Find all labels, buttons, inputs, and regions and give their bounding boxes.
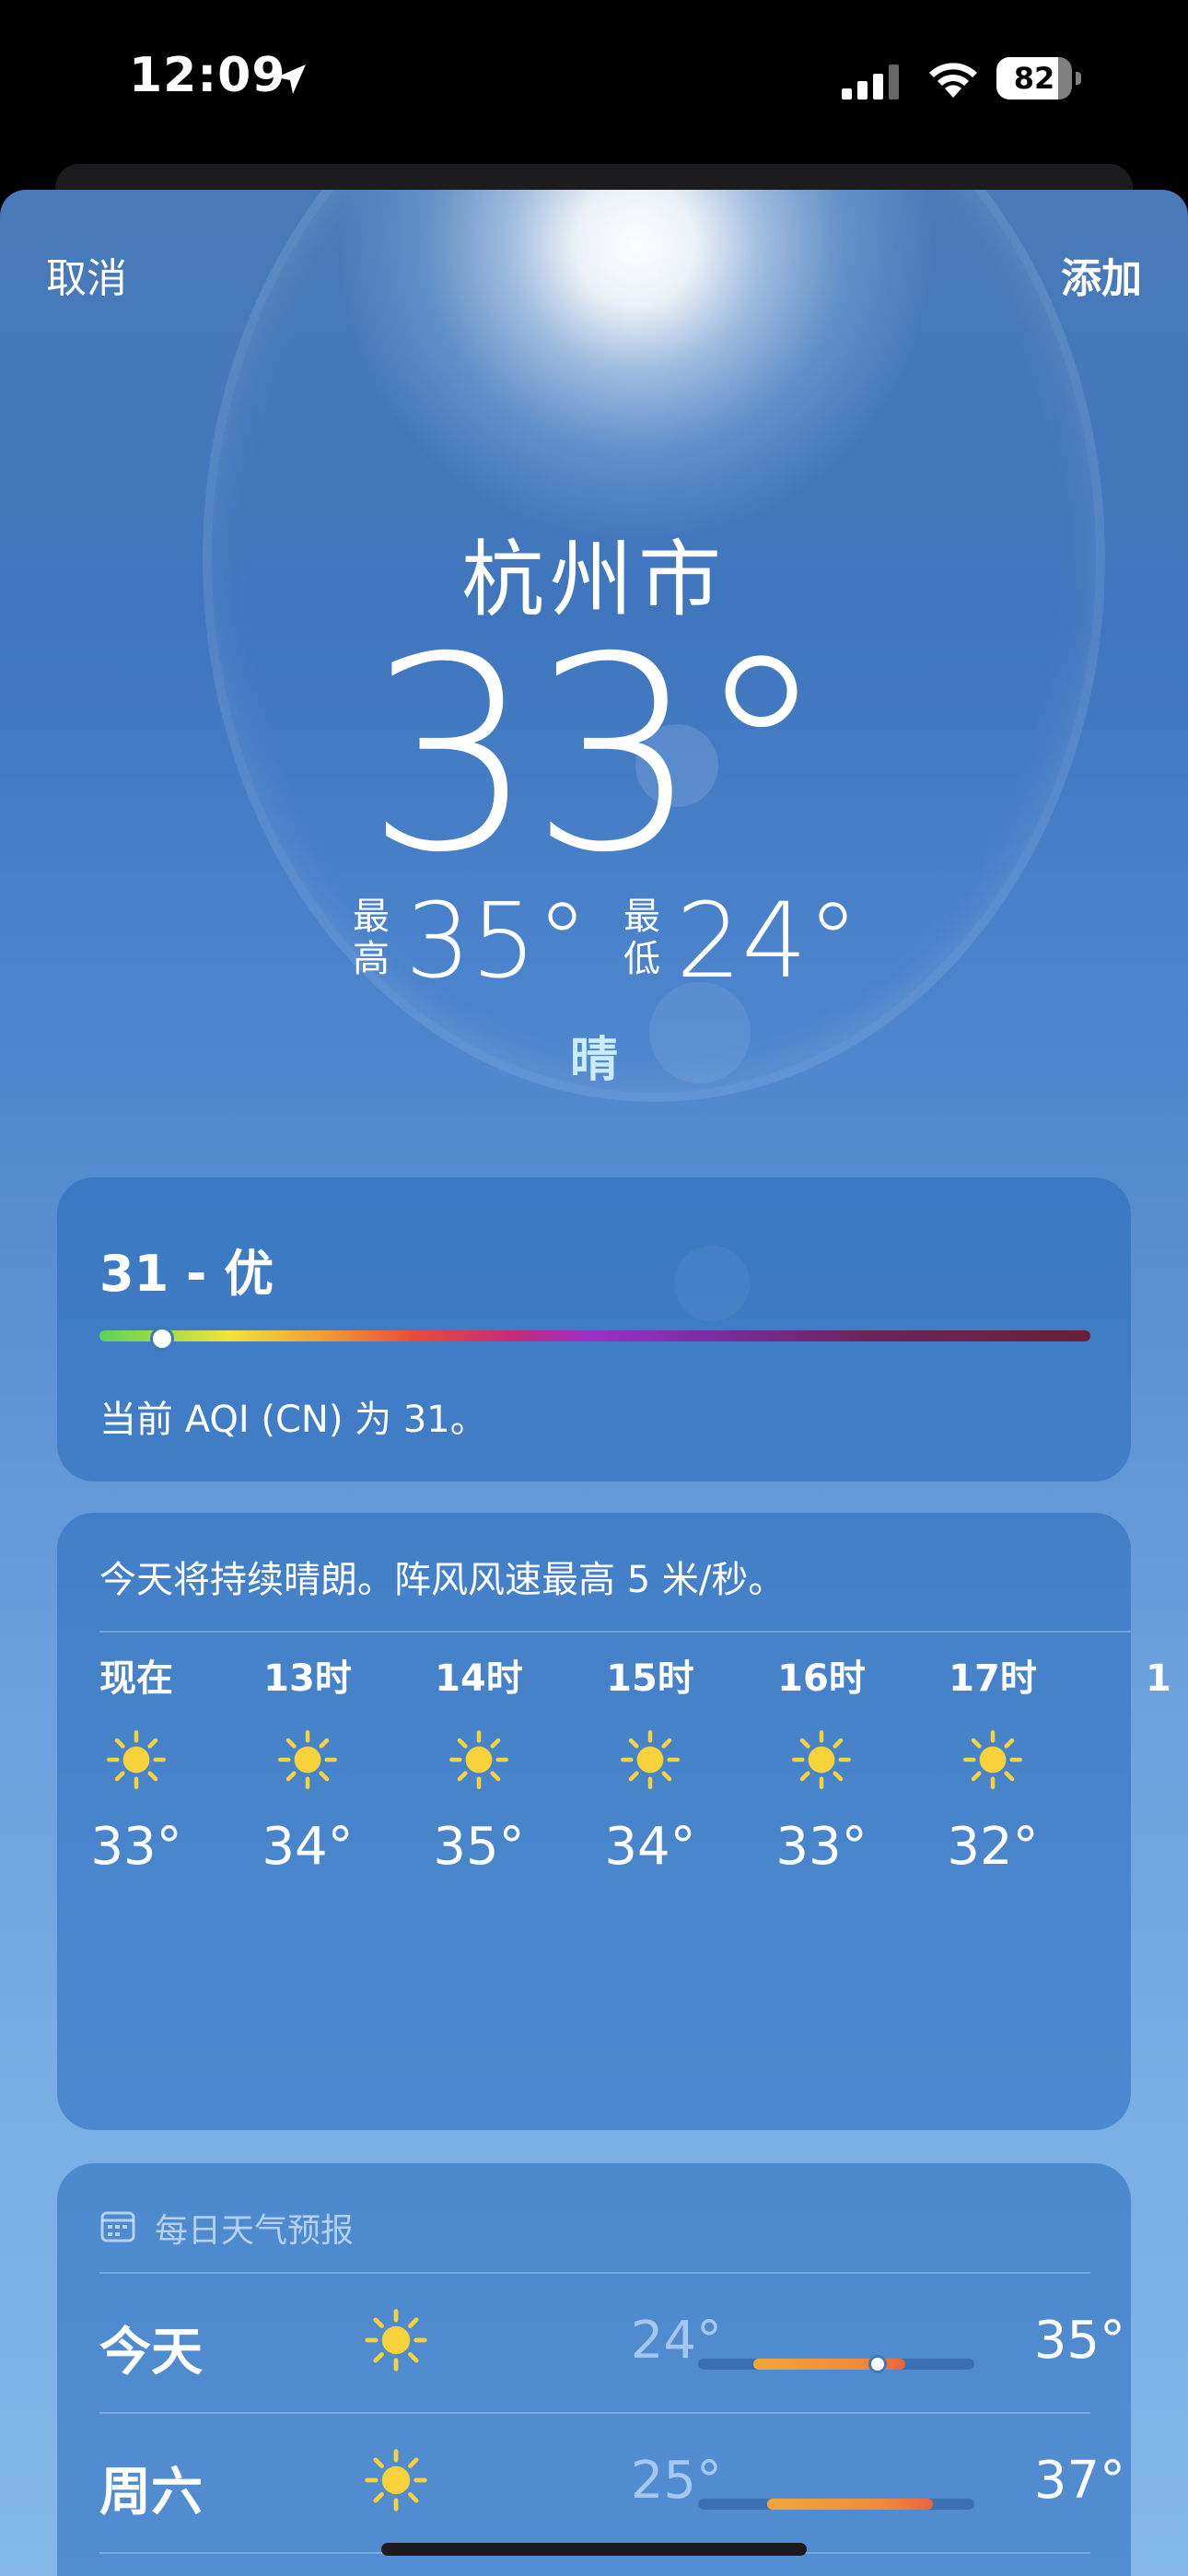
low-temperature: 24°	[676, 882, 859, 1001]
hourly-time-label: 16时	[777, 1657, 866, 1700]
high-label-1: 最	[353, 896, 390, 938]
divider	[99, 1631, 1131, 1633]
hourly-temperature: 33°	[90, 1817, 182, 1877]
day-icon-wrap	[361, 2305, 431, 2379]
sun-icon	[792, 1730, 851, 1789]
hourly-icon-wrap	[928, 1706, 1057, 1817]
battery-indicator: 82	[996, 57, 1081, 100]
hourly-icon-wrap	[757, 1706, 886, 1817]
location-arrow-icon	[276, 64, 306, 94]
hourly-item: 1	[1146, 1651, 1182, 1817]
hourly-time-label: 1	[1146, 1657, 1171, 1700]
aqi-value: 31 - 优	[99, 1245, 274, 1303]
high-temperature: 35°	[405, 882, 588, 1001]
hourly-icon-wrap	[72, 1706, 201, 1817]
day-icon-wrap	[361, 2445, 431, 2519]
high-low-temperatures: 最 高 35° 最 低 24°	[0, 890, 1188, 1019]
hourly-time-label: 17时	[949, 1657, 1037, 1700]
aqi-description: 当前 AQI (CN) 为 31。	[99, 1399, 487, 1441]
low-label-2: 低	[623, 938, 660, 980]
current-temperature: 33°	[365, 601, 828, 911]
hourly-temperature: 34°	[262, 1817, 354, 1877]
high-label-2: 高	[353, 938, 390, 980]
hourly-icon-wrap	[1146, 1706, 1182, 1817]
hourly-item: 13时 34°	[243, 1651, 372, 1877]
daily-forecast-header: 每日天气预报	[155, 2212, 355, 2250]
daily-row[interactable]: 周六 25° 37°	[57, 2414, 1131, 2552]
day-high-temperature: 35°	[1033, 2311, 1125, 2371]
hourly-time-label: 13时	[263, 1657, 352, 1700]
hourly-time-label: 14时	[435, 1657, 523, 1700]
hourly-icon-wrap	[586, 1706, 715, 1817]
low-label-1: 最	[623, 896, 660, 938]
screen: 12:09 82 取消 添加 杭州市 33° 最 高 35° 最 低 24° 晴…	[0, 0, 1188, 2576]
cellular-signal-icon	[842, 64, 899, 100]
current-temperature-dot	[868, 2355, 887, 2373]
daily-forecast-panel[interactable]: 每日天气预报 今天 24° 35° 周六 25° 37°	[57, 2163, 1131, 2576]
hourly-item: 16时 33°	[757, 1651, 886, 1877]
air-quality-panel[interactable]: 31 - 优 当前 AQI (CN) 为 31。	[57, 1177, 1131, 1481]
sun-icon	[278, 1730, 337, 1789]
hourly-temperature: 35°	[433, 1817, 525, 1877]
hourly-item: 14时 35°	[414, 1651, 543, 1877]
status-time: 12:09	[129, 48, 286, 103]
temperature-range-fill	[767, 2499, 933, 2510]
wifi-icon	[929, 63, 977, 98]
status-bar: 12:09 82	[0, 0, 1188, 161]
hourly-icon-wrap	[414, 1706, 543, 1817]
sun-icon	[621, 1730, 680, 1789]
aqi-indicator-dot	[149, 1327, 174, 1351]
home-indicator[interactable]	[381, 2543, 807, 2556]
battery-cap	[1076, 72, 1081, 85]
cancel-button[interactable]: 取消	[46, 245, 127, 304]
hourly-item: 15时 34°	[586, 1651, 715, 1877]
day-name: 今天	[99, 2323, 203, 2383]
hourly-icon-wrap	[243, 1706, 372, 1817]
calendar-icon	[100, 2211, 135, 2242]
hourly-temperature: 33°	[775, 1817, 868, 1877]
hourly-time-label: 15时	[606, 1657, 694, 1700]
hourly-item: 现在 33°	[72, 1651, 201, 1877]
sun-icon	[365, 2449, 427, 2512]
hourly-forecast-panel[interactable]: 今天将持续晴朗。阵风风速最高 5 米/秒。 现在 33° 13时 34° 14时 35° 1…	[57, 1513, 1171, 2130]
daily-row[interactable]: 今天 24° 35°	[57, 2274, 1131, 2412]
day-name: 周六	[99, 2463, 203, 2523]
hourly-item: 17时 32°	[928, 1651, 1057, 1877]
sun-icon	[963, 1730, 1022, 1789]
sun-icon	[365, 2309, 427, 2371]
hourly-temperature: 34°	[604, 1817, 696, 1877]
aqi-scale-bar	[99, 1330, 1090, 1341]
hourly-summary: 今天将持续晴朗。阵风风速最高 5 米/秒。	[99, 1559, 786, 1601]
day-high-temperature: 37°	[1033, 2451, 1125, 2511]
battery-percentage: 82	[1013, 61, 1055, 96]
hourly-time-label: 现在	[99, 1657, 173, 1700]
weather-condition: 晴	[569, 1033, 618, 1088]
sun-icon	[449, 1730, 508, 1789]
hourly-temperature: 32°	[947, 1817, 1039, 1877]
sun-icon	[107, 1730, 166, 1789]
add-button[interactable]: 添加	[1061, 245, 1142, 304]
